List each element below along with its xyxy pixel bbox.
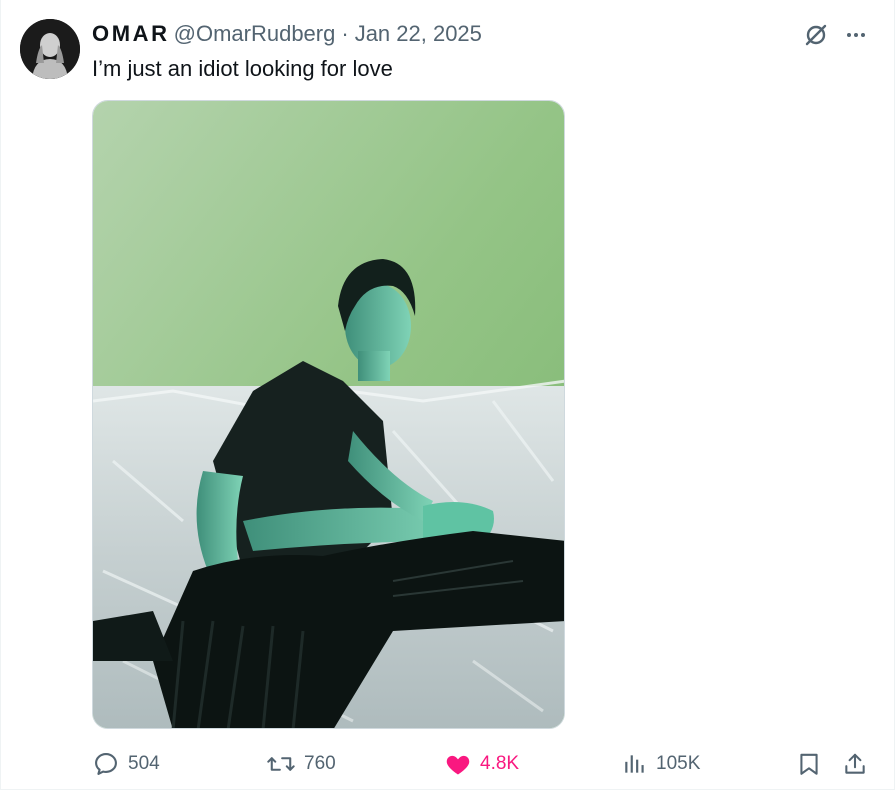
tweet-text: I’m just an idiot looking for love [92, 56, 393, 81]
display-name[interactable]: OMAR [92, 21, 170, 47]
grok-icon [805, 24, 827, 46]
separator-dot: · [341, 21, 349, 46]
like-button[interactable]: 4.8K [444, 744, 519, 784]
repost-button[interactable]: 760 [266, 744, 336, 784]
bookmark-button[interactable] [796, 744, 822, 784]
heart-icon [446, 755, 470, 775]
tweet-card: OMAR @OmarRudberg · Jan 22, 2025 I’m jus… [0, 0, 895, 790]
share-button[interactable] [842, 744, 868, 784]
reply-icon [95, 753, 117, 775]
tweet-actions: 504 760 4.8K 105K [92, 744, 872, 784]
like-count: 4.8K [480, 753, 520, 774]
bookmark-icon [800, 753, 818, 775]
user-handle[interactable]: @OmarRudberg [174, 21, 336, 47]
avatar[interactable] [20, 19, 80, 79]
grok-button[interactable] [801, 20, 831, 50]
repost-icon [267, 757, 295, 771]
analytics-icon [625, 755, 644, 773]
tweet-photo [93, 101, 564, 728]
avatar-photo [20, 19, 80, 79]
reply-count: 504 [128, 753, 160, 774]
tweet-header: OMAR @OmarRudberg · Jan 22, 2025 [92, 21, 482, 47]
view-count: 105K [656, 753, 701, 774]
more-icon [847, 33, 865, 37]
repost-count: 760 [304, 753, 336, 774]
share-icon [845, 753, 865, 774]
views-button[interactable]: 105K [622, 744, 700, 784]
post-date[interactable]: Jan 22, 2025 [355, 21, 482, 47]
more-button[interactable] [841, 20, 871, 50]
reply-button[interactable]: 504 [92, 744, 160, 784]
tweet-media[interactable] [92, 100, 565, 729]
